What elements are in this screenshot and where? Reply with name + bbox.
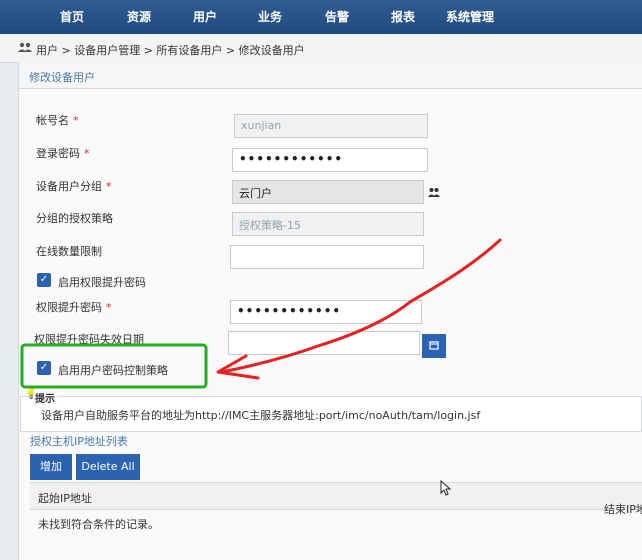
enable-priv-pwd-label: 启用权限提升密码 <box>58 276 146 289</box>
nav-resources[interactable]: 资源 <box>127 8 151 25</box>
add-button[interactable]: 增加 <box>30 454 72 480</box>
delete-all-button[interactable]: Delete All <box>76 454 140 480</box>
account-label: 帐号名 * <box>36 114 79 127</box>
hint-text: 设备用户自助服务平台的地址为http://IMC主服务器地址:port/imc/… <box>41 409 481 422</box>
top-nav: 首页 资源 用户 业务 告警 报表 系统管理 <box>0 0 642 34</box>
priv-pwd-label: 权限提升密码 * <box>36 301 112 314</box>
hint-box: 💡 提示 设备用户自助服务平台的地址为http://IMC主服务器地址:port… <box>20 389 642 432</box>
users-icon <box>18 42 32 56</box>
priv-pwd-expiry-label: 权限提升密码失效日期 <box>34 333 144 346</box>
breadcrumb: 用户 > 设备用户管理 > 所有设备用户 > 修改设备用户 <box>36 44 305 57</box>
select-group-icon[interactable] <box>428 187 440 200</box>
enable-priv-pwd-checkbox[interactable]: ✓ <box>37 273 51 287</box>
group-policy-label: 分组的授权策略 <box>36 212 113 225</box>
mouse-cursor-icon <box>440 479 452 500</box>
priv-pwd-input[interactable]: •••••••••••• <box>230 300 422 324</box>
group-policy-field: 授权策略-15 <box>232 212 424 236</box>
priv-pwd-expiry-input[interactable] <box>228 331 420 355</box>
nav-users[interactable]: 用户 <box>193 8 217 25</box>
panel-header: 修改设备用户 <box>19 62 642 89</box>
group-field[interactable]: 云门户 <box>232 180 424 204</box>
password-input[interactable]: •••••••••••• <box>232 148 428 172</box>
breadcrumb-bar: 用户 > 设备用户管理 > 所有设备用户 > 修改设备用户 <box>0 34 642 63</box>
group-label: 设备用户分组 * <box>36 180 112 193</box>
nav-home[interactable]: 首页 <box>60 8 84 25</box>
account-field: xunjian <box>234 114 428 138</box>
ip-table-header: 起始IP地址 结束IP地 <box>30 482 642 516</box>
nav-reports[interactable]: 报表 <box>391 8 415 25</box>
online-limit-input[interactable] <box>230 245 424 269</box>
enable-pwd-policy-label: 启用用户密码控制策略 <box>58 364 168 377</box>
empty-table-message: 未找到符合条件的记录。 <box>38 518 159 531</box>
calendar-icon <box>429 341 439 350</box>
column-end-ip[interactable]: 结束IP地 <box>604 501 642 517</box>
nav-system-admin[interactable]: 系统管理 <box>446 8 494 25</box>
calendar-button[interactable] <box>422 334 446 358</box>
nav-business[interactable]: 业务 <box>258 8 282 25</box>
nav-alarms[interactable]: 告警 <box>325 8 349 25</box>
panel-title: 修改设备用户 <box>29 71 95 84</box>
hint-title: 提示 <box>33 390 57 405</box>
column-start-ip[interactable]: 起始IP地址 <box>38 490 92 506</box>
ip-list-title: 授权主机IP地址列表 <box>30 435 128 448</box>
enable-pwd-policy-checkbox[interactable]: ✓ <box>37 361 51 375</box>
online-limit-label: 在线数量限制 <box>36 245 102 258</box>
password-label: 登录密码 * <box>36 147 90 160</box>
